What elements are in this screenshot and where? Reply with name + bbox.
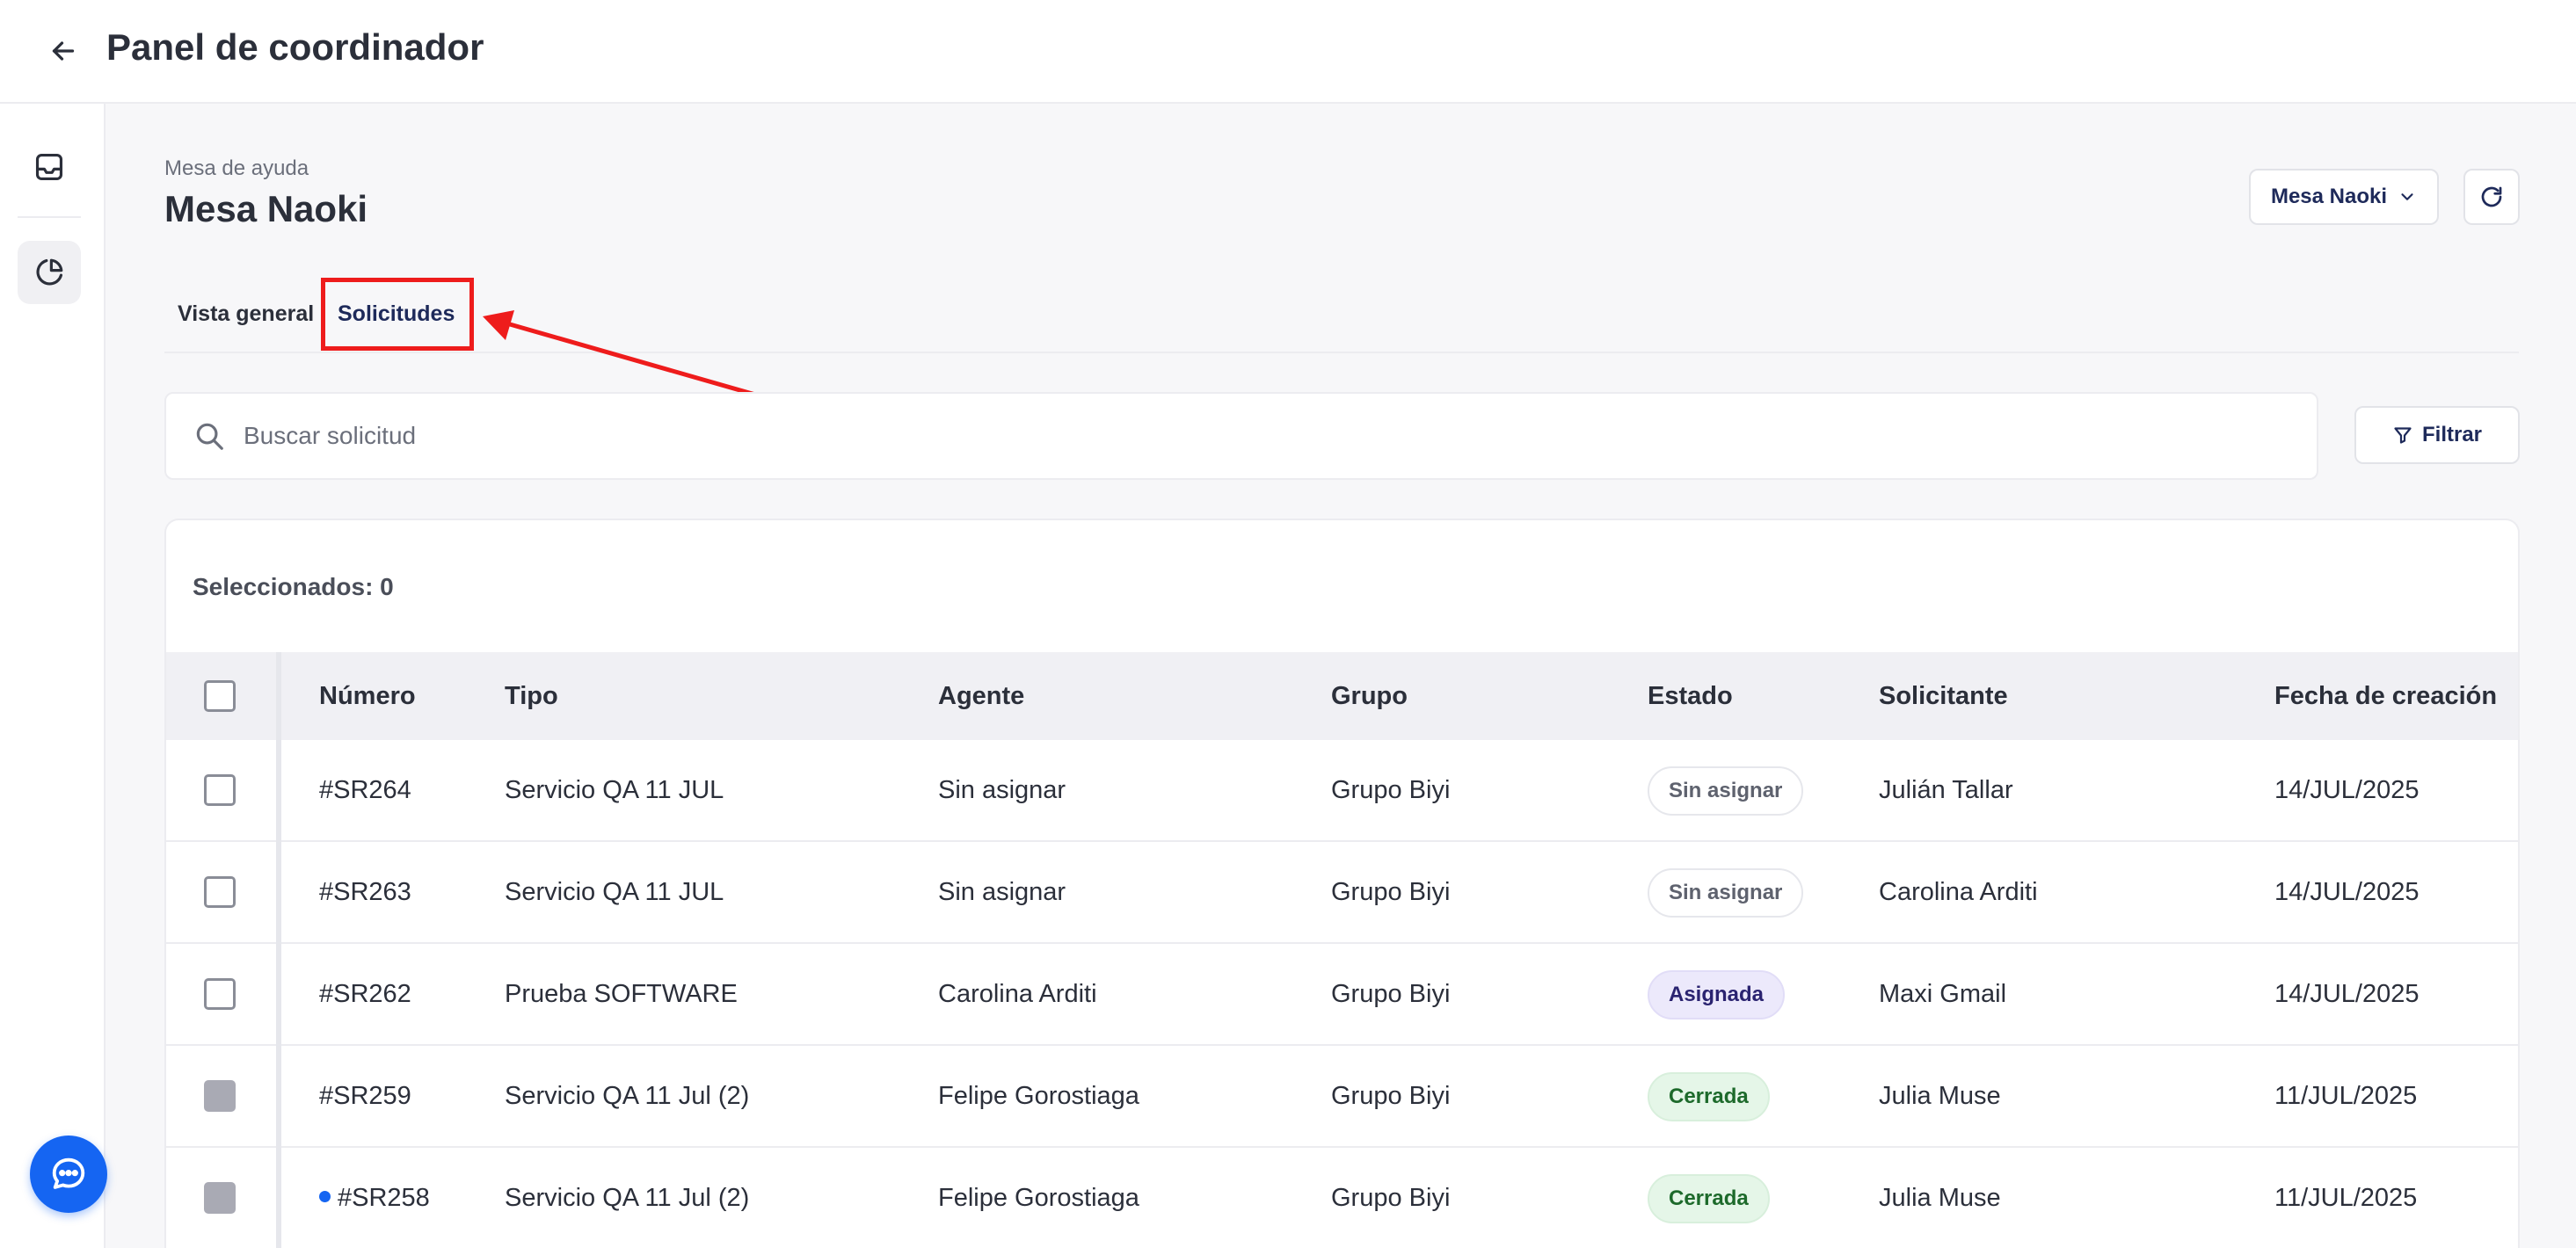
chat-support-button[interactable] bbox=[30, 1136, 107, 1213]
pie-chart-icon bbox=[36, 258, 63, 286]
checkbox-column-divider bbox=[276, 652, 281, 1248]
cell-fecha: 14/JUL/2025 bbox=[2274, 980, 2420, 1008]
selected-count: Seleccionados: 0 bbox=[193, 573, 394, 600]
status-badge: Cerrada bbox=[1648, 1072, 1770, 1121]
cell-agente: Carolina Arditi bbox=[938, 980, 1097, 1008]
cell-fecha: 14/JUL/2025 bbox=[2274, 878, 2420, 906]
back-button[interactable] bbox=[39, 26, 88, 76]
row-checkbox[interactable] bbox=[204, 876, 236, 908]
filter-button[interactable]: Filtrar bbox=[2354, 406, 2520, 464]
chat-bubble-icon bbox=[52, 1157, 85, 1189]
page-title: Mesa Naoki bbox=[164, 188, 368, 229]
tab-overview[interactable]: Vista general bbox=[178, 299, 314, 329]
arrow-left-icon bbox=[52, 41, 75, 61]
funnel-icon bbox=[2394, 427, 2412, 444]
status-badge: Sin asignar bbox=[1648, 766, 1804, 816]
cell-grupo: Grupo Biyi bbox=[1331, 776, 1451, 804]
column-numero[interactable]: Número bbox=[319, 652, 416, 740]
sidebar-item-inbox[interactable] bbox=[18, 135, 81, 199]
row-checkbox[interactable] bbox=[204, 978, 236, 1010]
cell-agente: Sin asignar bbox=[938, 776, 1066, 804]
select-all-checkbox[interactable] bbox=[204, 680, 236, 712]
search-icon bbox=[196, 423, 223, 450]
cell-tipo: Servicio QA 11 Jul (2) bbox=[505, 1184, 750, 1212]
cell-numero: #SR262 bbox=[319, 980, 411, 1008]
search-input[interactable] bbox=[242, 421, 2267, 451]
column-solicitante[interactable]: Solicitante bbox=[1879, 652, 2008, 740]
desk-select-value: Mesa Naoki bbox=[2270, 185, 2388, 208]
search-box bbox=[164, 392, 2318, 480]
requests-table: Seleccionados: 0 Número Tipo Agente Grup… bbox=[164, 519, 2520, 1248]
cell-fecha: 11/JUL/2025 bbox=[2274, 1082, 2418, 1110]
cell-fecha: 14/JUL/2025 bbox=[2274, 776, 2420, 804]
cell-grupo: Grupo Biyi bbox=[1331, 1082, 1451, 1110]
status-badge: Asignada bbox=[1648, 970, 1786, 1019]
table-row[interactable]: #SR264 Servicio QA 11 JUL Sin asignar Gr… bbox=[166, 740, 2518, 842]
table-header: Número Tipo Agente Grupo Estado Solicita… bbox=[166, 652, 2518, 740]
column-agente[interactable]: Agente bbox=[938, 652, 1024, 740]
cell-tipo: Servicio QA 11 Jul (2) bbox=[505, 1082, 750, 1110]
chevron-down-icon bbox=[2401, 193, 2413, 200]
row-checkbox[interactable] bbox=[204, 774, 236, 806]
cell-agente: Felipe Gorostiaga bbox=[938, 1184, 1139, 1212]
sidebar-divider bbox=[18, 216, 81, 218]
inbox-icon bbox=[35, 153, 63, 181]
cell-numero-wrapper: #SR258 bbox=[319, 1148, 430, 1248]
cell-tipo: Servicio QA 11 JUL bbox=[505, 878, 724, 906]
cell-fecha: 11/JUL/2025 bbox=[2274, 1184, 2418, 1212]
cell-solicitante: Carolina Arditi bbox=[1879, 878, 2038, 906]
column-fecha-creacion[interactable]: Fecha de creación bbox=[2274, 652, 2497, 740]
cell-grupo: Grupo Biyi bbox=[1331, 980, 1451, 1008]
cell-solicitante: Maxi Gmail bbox=[1879, 980, 2007, 1008]
cell-numero: #SR259 bbox=[319, 1082, 411, 1110]
status-badge: Cerrada bbox=[1648, 1174, 1770, 1223]
table-row[interactable]: #SR263 Servicio QA 11 JUL Sin asignar Gr… bbox=[166, 842, 2518, 944]
cell-agente: Sin asignar bbox=[938, 878, 1066, 906]
app-title: Panel de coordinador bbox=[106, 26, 484, 68]
filter-label: Filtrar bbox=[2421, 423, 2482, 446]
refresh-icon bbox=[2481, 186, 2502, 207]
status-badge: Sin asignar bbox=[1648, 868, 1804, 918]
row-checkbox-disabled bbox=[204, 1080, 236, 1112]
cell-solicitante: Julián Tallar bbox=[1879, 776, 2013, 804]
table-row[interactable]: #SR258 Servicio QA 11 Jul (2) Felipe Gor… bbox=[166, 1148, 2518, 1248]
cell-tipo: Servicio QA 11 JUL bbox=[505, 776, 724, 804]
table-row[interactable]: #SR262 Prueba SOFTWARE Carolina Arditi G… bbox=[166, 944, 2518, 1046]
cell-grupo: Grupo Biyi bbox=[1331, 878, 1451, 906]
cell-numero: #SR264 bbox=[319, 776, 411, 804]
cell-tipo: Prueba SOFTWARE bbox=[505, 980, 738, 1008]
sidebar-item-reports[interactable] bbox=[18, 241, 81, 304]
cell-numero: #SR263 bbox=[319, 878, 411, 906]
desk-select[interactable]: Mesa Naoki bbox=[2249, 169, 2439, 225]
refresh-button[interactable] bbox=[2463, 169, 2520, 225]
table-row[interactable]: #SR259 Servicio QA 11 Jul (2) Felipe Gor… bbox=[166, 1046, 2518, 1148]
sidebar bbox=[0, 104, 106, 1248]
cell-solicitante: Julia Muse bbox=[1879, 1082, 2001, 1110]
column-tipo[interactable]: Tipo bbox=[505, 652, 558, 740]
column-grupo[interactable]: Grupo bbox=[1331, 652, 1408, 740]
column-estado[interactable]: Estado bbox=[1648, 652, 1733, 740]
row-checkbox-disabled bbox=[204, 1182, 236, 1214]
cell-grupo: Grupo Biyi bbox=[1331, 1184, 1451, 1212]
cell-numero: #SR258 bbox=[338, 1184, 430, 1212]
unread-dot bbox=[319, 1190, 331, 1202]
top-bar: Panel de coordinador bbox=[0, 0, 2576, 104]
cell-agente: Felipe Gorostiaga bbox=[938, 1082, 1139, 1110]
cell-solicitante: Julia Muse bbox=[1879, 1184, 2001, 1212]
breadcrumb: Mesa de ayuda bbox=[164, 156, 309, 180]
annotation-highlight-box bbox=[321, 278, 474, 351]
